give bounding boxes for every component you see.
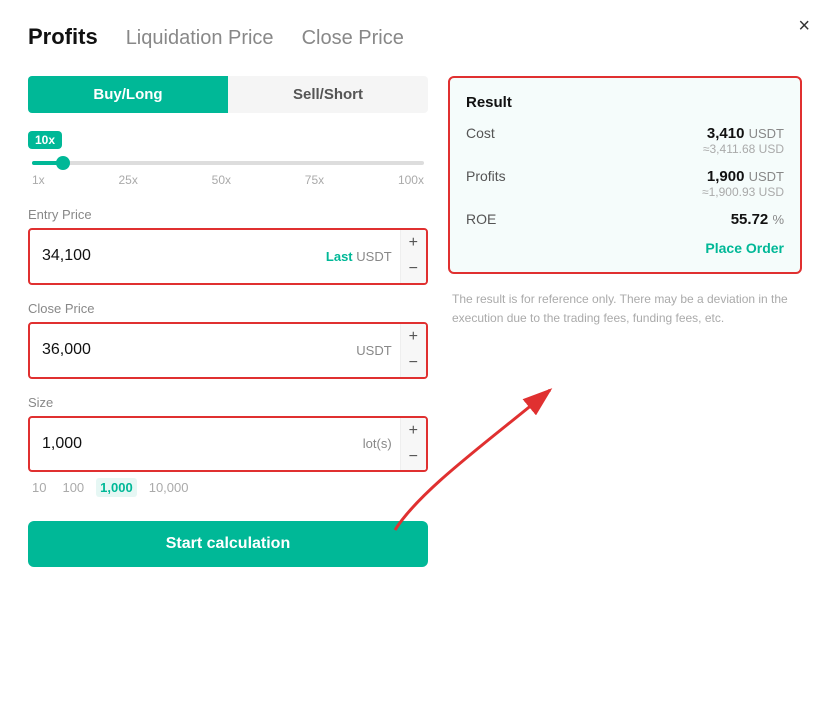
result-value-profits: 1,900 USDT (702, 168, 784, 185)
size-field: Size lot(s) + − 10 100 1,000 10,000 (28, 395, 428, 498)
left-panel: Buy/Long Sell/Short 10x 1x 25x 50x 75x (28, 76, 428, 567)
tick-25x: 25x (118, 173, 137, 187)
size-input[interactable] (30, 425, 355, 463)
close-price-plus[interactable]: + (401, 324, 426, 350)
content-area: Buy/Long Sell/Short 10x 1x 25x 50x 75x (28, 76, 802, 567)
result-cost-number: 3,410 (707, 125, 745, 142)
tabs-row: Profits Liquidation Price Close Price (28, 24, 802, 52)
size-label: Size (28, 395, 428, 410)
close-price-unit: USDT (356, 343, 391, 358)
entry-price-unit: USDT (356, 249, 391, 264)
disclaimer: The result is for reference only. There … (448, 290, 802, 328)
result-profits-sub: ≈1,900.93 USD (702, 185, 784, 199)
size-plus[interactable]: + (401, 418, 426, 444)
result-key-profits: Profits (466, 168, 506, 184)
tab-profits[interactable]: Profits (28, 24, 98, 52)
leverage-container: 10x 1x 25x 50x 75x 100x (28, 131, 428, 187)
size-unit: lot(s) (363, 436, 392, 451)
entry-price-last: Last (326, 249, 353, 264)
size-minus[interactable]: − (401, 444, 426, 470)
slider-track (32, 161, 424, 165)
tick-1x: 1x (32, 173, 45, 187)
result-row-cost: Cost 3,410 USDT ≈3,411.68 USD (466, 125, 784, 156)
entry-price-label: Entry Price (28, 207, 428, 222)
close-price-suffix: USDT (348, 343, 399, 358)
result-value-group-roe: 55.72 % (731, 211, 784, 228)
size-opt-1000[interactable]: 1,000 (96, 478, 137, 497)
tick-100x: 100x (398, 173, 424, 187)
result-roe-unit: % (772, 212, 784, 227)
entry-price-field: Entry Price Last USDT + − (28, 207, 428, 285)
leverage-badge: 10x (28, 131, 62, 149)
result-key-cost: Cost (466, 125, 495, 141)
tick-50x: 50x (212, 173, 231, 187)
slider-wrapper: 1x 25x 50x 75x 100x (28, 161, 428, 187)
tab-close-price[interactable]: Close Price (302, 27, 404, 52)
result-box: Result Cost 3,410 USDT ≈3,411.68 USD Pro… (448, 76, 802, 274)
result-value-roe: 55.72 % (731, 211, 784, 228)
size-controls: + − (400, 418, 426, 471)
close-button[interactable]: × (798, 16, 810, 36)
result-title: Result (466, 94, 784, 111)
result-row-profits: Profits 1,900 USDT ≈1,900.93 USD (466, 168, 784, 199)
close-price-input-group: USDT + − (28, 322, 428, 379)
sell-short-button[interactable]: Sell/Short (228, 76, 428, 113)
modal: × Profits Liquidation Price Close Price … (0, 0, 830, 727)
entry-price-minus[interactable]: − (401, 256, 426, 282)
entry-price-input[interactable] (30, 237, 318, 275)
close-price-controls: + − (400, 324, 426, 377)
entry-price-suffix: Last USDT (318, 249, 400, 264)
size-input-group: lot(s) + − (28, 416, 428, 473)
size-options: 10 100 1,000 10,000 (28, 478, 428, 497)
size-opt-10000[interactable]: 10,000 (145, 478, 193, 497)
result-profits-number: 1,900 (707, 168, 745, 185)
result-cost-sub: ≈3,411.68 USD (703, 142, 784, 156)
result-value-group-profits: 1,900 USDT ≈1,900.93 USD (702, 168, 784, 199)
close-price-minus[interactable]: − (401, 350, 426, 376)
slider-labels: 1x 25x 50x 75x 100x (32, 173, 424, 187)
toggle-row: Buy/Long Sell/Short (28, 76, 428, 113)
buy-long-button[interactable]: Buy/Long (28, 76, 228, 113)
result-roe-number: 55.72 (731, 211, 769, 228)
slider-thumb[interactable] (56, 156, 70, 170)
result-row-roe: ROE 55.72 % (466, 211, 784, 228)
size-suffix: lot(s) (355, 436, 400, 451)
place-order-link[interactable]: Place Order (466, 240, 784, 256)
tab-liquidation-price[interactable]: Liquidation Price (126, 27, 274, 52)
entry-price-plus[interactable]: + (401, 230, 426, 256)
entry-price-controls: + − (400, 230, 426, 283)
result-cost-unit: USDT (749, 126, 784, 141)
close-price-label: Close Price (28, 301, 428, 316)
result-key-roe: ROE (466, 211, 496, 227)
tick-75x: 75x (305, 173, 324, 187)
result-value-cost: 3,410 USDT (703, 125, 784, 142)
result-value-group-cost: 3,410 USDT ≈3,411.68 USD (703, 125, 784, 156)
start-calculation-button[interactable]: Start calculation (28, 521, 428, 567)
close-price-input[interactable] (30, 331, 348, 369)
size-opt-100[interactable]: 100 (58, 478, 88, 497)
size-opt-10[interactable]: 10 (28, 478, 50, 497)
result-profits-unit: USDT (749, 169, 784, 184)
right-panel: Result Cost 3,410 USDT ≈3,411.68 USD Pro… (448, 76, 802, 567)
entry-price-input-group: Last USDT + − (28, 228, 428, 285)
close-price-field: Close Price USDT + − (28, 301, 428, 379)
